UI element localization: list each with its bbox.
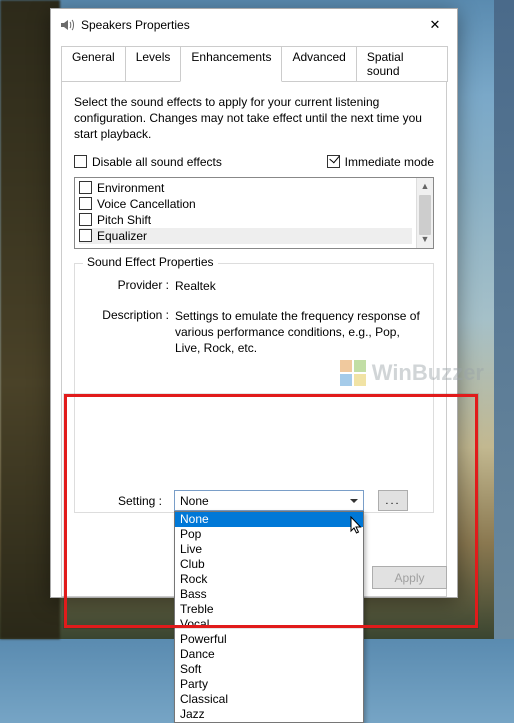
checkbox-row: Disable all sound effects Immediate mode: [74, 155, 434, 169]
checkbox-icon: [79, 213, 92, 226]
dropdown-option[interactable]: Rock: [175, 572, 363, 587]
tab-general[interactable]: General: [61, 46, 126, 82]
list-item-label: Equalizer: [97, 229, 147, 243]
scroll-track[interactable]: [417, 195, 433, 231]
setting-combobox[interactable]: None: [174, 490, 364, 511]
immediate-mode-label: Immediate mode: [345, 155, 434, 169]
dropdown-option[interactable]: Jazz: [175, 707, 363, 722]
setting-dropdown[interactable]: None Pop Live Club Rock Bass Treble Voca…: [174, 511, 364, 723]
effects-listbox[interactable]: Environment Voice Cancellation Pitch Shi…: [74, 177, 434, 249]
speakers-properties-window: Speakers Properties ✕ General Levels Enh…: [50, 8, 458, 598]
setting-row: Setting : None ...: [84, 490, 408, 511]
dropdown-option[interactable]: Party: [175, 677, 363, 692]
provider-label: Provider :: [85, 278, 175, 294]
provider-value: Realtek: [175, 278, 423, 294]
description-label: Description :: [85, 308, 175, 357]
dropdown-option[interactable]: Bass: [175, 587, 363, 602]
dropdown-option[interactable]: Treble: [175, 602, 363, 617]
dropdown-option[interactable]: Club: [175, 557, 363, 572]
disable-all-label: Disable all sound effects: [92, 155, 222, 169]
provider-row: Provider : Realtek: [85, 278, 423, 294]
tab-body-enhancements: Select the sound effects to apply for yo…: [61, 81, 447, 597]
scroll-thumb[interactable]: [419, 195, 431, 235]
window-title: Speakers Properties: [81, 18, 190, 32]
checkbox-icon: [79, 181, 92, 194]
dropdown-option[interactable]: None: [175, 512, 363, 527]
dropdown-option[interactable]: Powerful: [175, 632, 363, 647]
dropdown-option[interactable]: Live: [175, 542, 363, 557]
checkbox-icon: [79, 229, 92, 242]
fieldset-legend: Sound Effect Properties: [83, 255, 218, 269]
dropdown-option[interactable]: Vocal: [175, 617, 363, 632]
checkbox-checked-icon: [327, 155, 340, 168]
disable-all-effects-checkbox[interactable]: Disable all sound effects: [74, 155, 222, 169]
list-item-label: Environment: [97, 181, 164, 195]
list-item[interactable]: Environment: [79, 180, 412, 196]
list-item-label: Pitch Shift: [97, 213, 151, 227]
checkbox-icon: [79, 197, 92, 210]
list-item-label: Voice Cancellation: [97, 197, 196, 211]
checkbox-icon: [74, 155, 87, 168]
list-item[interactable]: Pitch Shift: [79, 212, 412, 228]
list-item[interactable]: Equalizer: [79, 228, 412, 244]
list-item[interactable]: Voice Cancellation: [79, 196, 412, 212]
dropdown-option[interactable]: Soft: [175, 662, 363, 677]
setting-value: None: [180, 494, 345, 508]
tab-spatial[interactable]: Spatial sound: [356, 46, 448, 82]
chevron-down-icon: [345, 491, 363, 510]
tab-strip: General Levels Enhancements Advanced Spa…: [61, 45, 447, 81]
description-value: Settings to emulate the frequency respon…: [175, 308, 423, 357]
close-icon: ✕: [430, 17, 441, 33]
tab-levels[interactable]: Levels: [125, 46, 182, 82]
browse-button[interactable]: ...: [378, 490, 408, 511]
sound-effect-properties-group: Sound Effect Properties Provider : Realt…: [74, 263, 434, 513]
speaker-icon: [59, 17, 75, 33]
dropdown-option[interactable]: Pop: [175, 527, 363, 542]
description-row: Description : Settings to emulate the fr…: [85, 308, 423, 357]
scroll-up-button[interactable]: ▲: [417, 178, 433, 195]
effects-scrollbar[interactable]: ▲ ▼: [416, 178, 433, 248]
dialog-buttons: Apply: [372, 566, 447, 589]
setting-label: Setting :: [84, 494, 168, 508]
titlebar: Speakers Properties ✕: [51, 9, 457, 41]
effects-list: Environment Voice Cancellation Pitch Shi…: [75, 178, 416, 248]
cursor-icon: [350, 516, 366, 536]
enhancements-description: Select the sound effects to apply for yo…: [74, 94, 434, 143]
close-button[interactable]: ✕: [413, 10, 457, 40]
tab-enhancements[interactable]: Enhancements: [180, 46, 282, 82]
immediate-mode-checkbox[interactable]: Immediate mode: [327, 155, 434, 169]
tab-advanced[interactable]: Advanced: [281, 46, 356, 82]
apply-button[interactable]: Apply: [372, 566, 447, 589]
desktop-bg-sky: [494, 0, 514, 639]
dropdown-option[interactable]: Classical: [175, 692, 363, 707]
dropdown-option[interactable]: Dance: [175, 647, 363, 662]
